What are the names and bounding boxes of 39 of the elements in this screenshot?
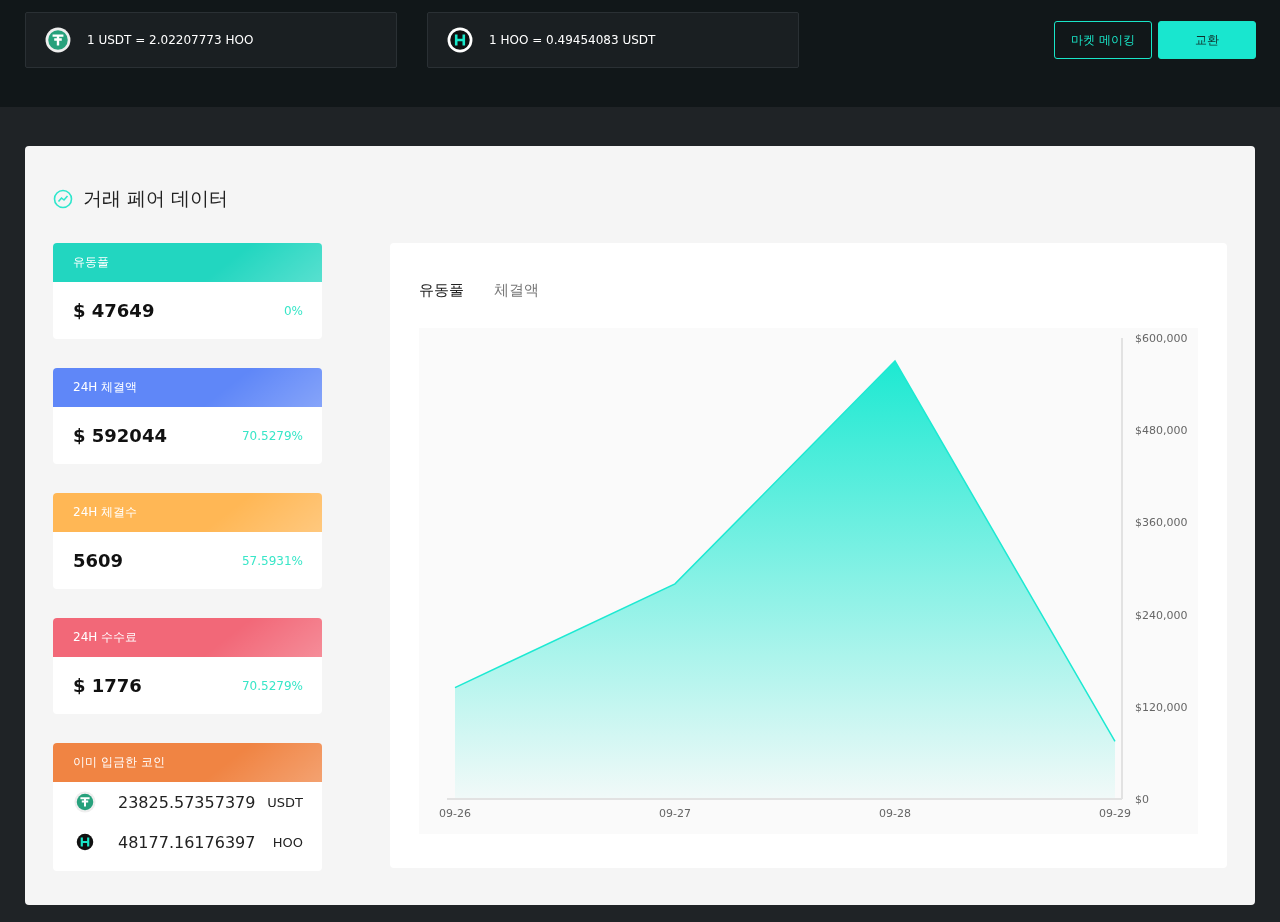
- h-coin-icon: [74, 831, 96, 853]
- trend-icon: [53, 189, 73, 209]
- card-title: 24H 체결액: [73, 379, 138, 396]
- swap-button[interactable]: 교환: [1158, 21, 1256, 59]
- x-axis-label: 09-28: [879, 807, 911, 820]
- coin-symbol: HOO: [272, 834, 303, 850]
- stat-change: 0%: [283, 303, 303, 318]
- card-title: 24H 체결수: [73, 504, 138, 521]
- t-coin-icon: [45, 27, 71, 53]
- exchange-rate: 1 HOO = 0.49454083 USDT: [489, 33, 656, 47]
- card-title: 유동풀: [73, 254, 109, 271]
- coin-amount: 48177.16176397: [118, 832, 257, 852]
- coin-symbol: USDT: [267, 794, 303, 810]
- x-axis-label: 09-29: [1099, 807, 1131, 820]
- y-axis-label: $480,000: [1135, 424, 1188, 438]
- stat-change: 70.5279%: [241, 678, 303, 693]
- y-axis-label: $360,000: [1135, 516, 1188, 530]
- stat-change: 57.5931%: [241, 553, 303, 568]
- h-coin-icon: [447, 27, 473, 53]
- market-making-button[interactable]: 마켓 메이킹: [1054, 21, 1152, 59]
- chart-tab[interactable]: 유동풀: [419, 281, 464, 300]
- card-title: 24H 수수료: [73, 629, 138, 646]
- stat-change: 70.5279%: [241, 428, 303, 443]
- coin-amount: 23825.57357379: [118, 792, 257, 812]
- card-title: 이미 입금한 코인: [73, 754, 165, 771]
- y-axis-label: $0: [1135, 793, 1149, 806]
- t-coin-icon: [74, 791, 96, 813]
- y-axis-label: $600,000: [1135, 332, 1188, 345]
- y-axis-label: $240,000: [1135, 608, 1188, 622]
- section-title: 거래 페어 데이터: [83, 186, 229, 211]
- stat-value: $ 592044: [73, 425, 167, 446]
- stat-value: $ 47649: [73, 300, 155, 321]
- chart-tab[interactable]: 체결액: [494, 281, 539, 300]
- stat-value: 5609: [73, 550, 124, 571]
- stat-value: $ 1776: [73, 675, 142, 696]
- x-axis-label: 09-27: [659, 807, 691, 820]
- x-axis-label: 09-26: [439, 807, 471, 820]
- y-axis-label: $120,000: [1135, 700, 1188, 714]
- exchange-rate: 1 USDT = 2.02207773 HOO: [87, 33, 254, 47]
